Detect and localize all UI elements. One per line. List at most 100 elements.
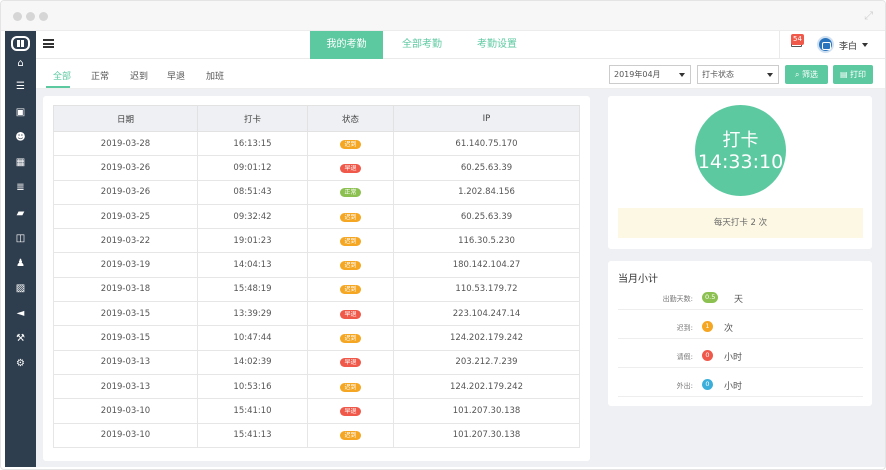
window-zoom-dot[interactable] bbox=[39, 12, 48, 21]
ip-cell: 124.202.179.242 bbox=[393, 325, 580, 351]
filter-tab-early-leave[interactable]: 早退 bbox=[167, 69, 185, 82]
mail-count-badge: 54 bbox=[791, 34, 804, 45]
status-cell: 迟到 bbox=[307, 422, 394, 448]
nav-divider bbox=[779, 31, 780, 59]
filter-tab-overtime[interactable]: 加班 bbox=[206, 69, 224, 82]
date-cell: 2019-03-26 bbox=[53, 155, 198, 181]
summary-row: 迟到: 1 次 bbox=[618, 315, 863, 339]
punch-time-cell: 15:48:19 bbox=[197, 276, 308, 303]
user-dropdown-caret-icon[interactable] bbox=[862, 43, 868, 47]
print-icon: ▤ bbox=[839, 70, 851, 79]
logo-icon[interactable] bbox=[11, 36, 30, 51]
status-badge: 迟到 bbox=[340, 285, 361, 295]
summary-label: 迟到: bbox=[676, 324, 693, 332]
punch-clock-time: 14:33:10 bbox=[697, 151, 784, 173]
app-window: ⤢ ⌂ ☰ ▣ ☻ ▦ ≣ ▰ ◫ ♟ ▨ ◄ ⚒ ⚙ 我的考勤 全部考勤 考勤… bbox=[0, 0, 886, 470]
filter-tab-normal[interactable]: 正常 bbox=[91, 69, 109, 82]
punch-time-cell: 14:02:39 bbox=[197, 349, 308, 375]
status-badge: 早退 bbox=[340, 358, 361, 368]
status-badge: 迟到 bbox=[340, 261, 361, 271]
punch-notice: 每天打卡 2 次 bbox=[618, 208, 863, 238]
tab-all-attendance[interactable]: 全部考勤 bbox=[386, 31, 458, 59]
expand-icon[interactable]: ⤢ bbox=[864, 9, 873, 23]
table-body: 2019-03-28 16:13:15 迟到 61.140.75.170 2019-03… bbox=[53, 130, 580, 448]
top-nav: 我的考勤 全部考勤 考勤设置 54 李白 bbox=[36, 31, 885, 59]
date-cell: 2019-03-13 bbox=[53, 349, 198, 375]
monthly-summary-card: 当月小计 出勤天数: 0.5 天迟到: 1 次请假: 0 小时 外出: 0 小时 bbox=[608, 261, 872, 406]
date-cell: 2019-03-10 bbox=[53, 422, 198, 448]
search-icon: ⌕ bbox=[794, 70, 803, 79]
punch-time-cell: 15:41:13 bbox=[197, 422, 308, 448]
window-minimize-dot[interactable] bbox=[26, 12, 35, 21]
date-cell: 2019-03-26 bbox=[53, 179, 198, 205]
summary-unit: 小时 bbox=[724, 353, 743, 363]
status-cell: 早退 bbox=[307, 155, 394, 181]
column-header-status: 状态 bbox=[307, 105, 394, 132]
table-row: 2019-03-26 08:51:43 正常 1.202.84.156 bbox=[53, 179, 580, 205]
user-name[interactable]: 李白 bbox=[839, 39, 857, 52]
calendar-icon[interactable]: ▦ bbox=[5, 156, 36, 170]
ip-cell: 223.104.247.14 bbox=[393, 301, 580, 327]
window-close-dot[interactable] bbox=[13, 12, 22, 21]
table-row: 2019-03-28 16:13:15 迟到 61.140.75.170 bbox=[53, 130, 580, 157]
users-icon[interactable]: ☻ bbox=[5, 131, 36, 145]
ip-cell: 60.25.63.39 bbox=[393, 203, 580, 230]
status-cell: 早退 bbox=[307, 398, 394, 424]
megaphone-icon[interactable]: ◄ bbox=[5, 307, 36, 321]
column-header-punch: 打卡 bbox=[197, 105, 308, 132]
status-badge: 迟到 bbox=[340, 334, 361, 344]
person-icon[interactable]: ♟ bbox=[5, 257, 36, 271]
ip-cell: 180.142.104.27 bbox=[393, 252, 580, 278]
avatar[interactable] bbox=[817, 36, 834, 53]
filter-tab-late[interactable]: 迟到 bbox=[130, 69, 148, 82]
filter-bar: 全部 正常 迟到 早退 加班 2019年04月 打卡状态 ⌕ 筛选 ▤ 打印 bbox=[36, 59, 885, 89]
summary-unit: 天 bbox=[734, 295, 744, 305]
status-badge: 正常 bbox=[340, 188, 361, 198]
hamburger-menu-icon[interactable] bbox=[43, 39, 54, 48]
punch-label: 打卡 bbox=[722, 130, 759, 151]
ip-cell: 124.202.179.242 bbox=[393, 373, 580, 400]
active-tab-underline bbox=[46, 86, 70, 88]
gavel-icon[interactable]: ⚒ bbox=[5, 332, 36, 346]
ip-cell: 116.30.5.230 bbox=[393, 228, 580, 254]
tab-my-attendance[interactable]: 我的考勤 bbox=[310, 31, 383, 59]
status-badge: 早退 bbox=[340, 406, 361, 416]
image-icon[interactable]: ▨ bbox=[5, 282, 36, 296]
status-cell: 迟到 bbox=[307, 203, 394, 230]
summary-label: 出勤天数: bbox=[662, 295, 693, 303]
punch-time-cell: 09:01:12 bbox=[197, 155, 308, 181]
punch-button[interactable]: 打卡 14:33:10 bbox=[695, 105, 786, 196]
list-icon[interactable]: ☰ bbox=[5, 80, 36, 94]
date-cell: 2019-03-25 bbox=[53, 203, 198, 230]
table-row: 2019-03-22 19:01:23 迟到 116.30.5.230 bbox=[53, 228, 580, 254]
punch-time-cell: 14:04:13 bbox=[197, 252, 308, 278]
book-icon[interactable]: ▰ bbox=[5, 207, 36, 221]
month-select[interactable]: 2019年04月 bbox=[609, 65, 691, 84]
filter-button[interactable]: ⌕ 筛选 bbox=[785, 65, 828, 84]
date-cell: 2019-03-19 bbox=[53, 252, 198, 278]
tab-attendance-settings[interactable]: 考勤设置 bbox=[461, 31, 533, 59]
table-row: 2019-03-10 15:41:13 迟到 101.207.30.138 bbox=[53, 422, 580, 448]
ip-cell: 110.53.179.72 bbox=[393, 276, 580, 303]
table-row: 2019-03-19 14:04:13 迟到 180.142.104.27 bbox=[53, 252, 580, 278]
columns-icon[interactable]: ◫ bbox=[5, 232, 36, 246]
home-icon[interactable]: ⌂ bbox=[5, 57, 36, 71]
filter-tab-all[interactable]: 全部 bbox=[53, 69, 71, 82]
ip-cell: 203.212.7.239 bbox=[393, 349, 580, 375]
attendance-table-card: 日期 打卡 状态 IP 2019-03-28 16:13:15 迟到 61.140.7… bbox=[43, 96, 590, 461]
date-cell: 2019-03-18 bbox=[53, 276, 198, 303]
print-button[interactable]: ▤ 打印 bbox=[833, 65, 873, 84]
date-cell: 2019-03-15 bbox=[53, 301, 198, 327]
briefcase-icon[interactable]: ▣ bbox=[5, 106, 36, 120]
table-row: 2019-03-25 09:32:42 迟到 60.25.63.39 bbox=[53, 203, 580, 230]
print-button-label: 打印 bbox=[850, 70, 867, 79]
punch-time-cell: 08:51:43 bbox=[197, 179, 308, 205]
status-cell: 早退 bbox=[307, 301, 394, 327]
status-select[interactable]: 打卡状态 bbox=[697, 65, 779, 84]
summary-value-badge: 1 bbox=[702, 321, 713, 332]
date-cell: 2019-03-22 bbox=[53, 228, 198, 254]
status-badge: 早退 bbox=[340, 163, 361, 173]
menu-list-icon[interactable]: ≣ bbox=[5, 181, 36, 195]
settings-icon[interactable]: ⚙ bbox=[5, 357, 36, 371]
ip-cell: 101.207.30.138 bbox=[393, 398, 580, 424]
